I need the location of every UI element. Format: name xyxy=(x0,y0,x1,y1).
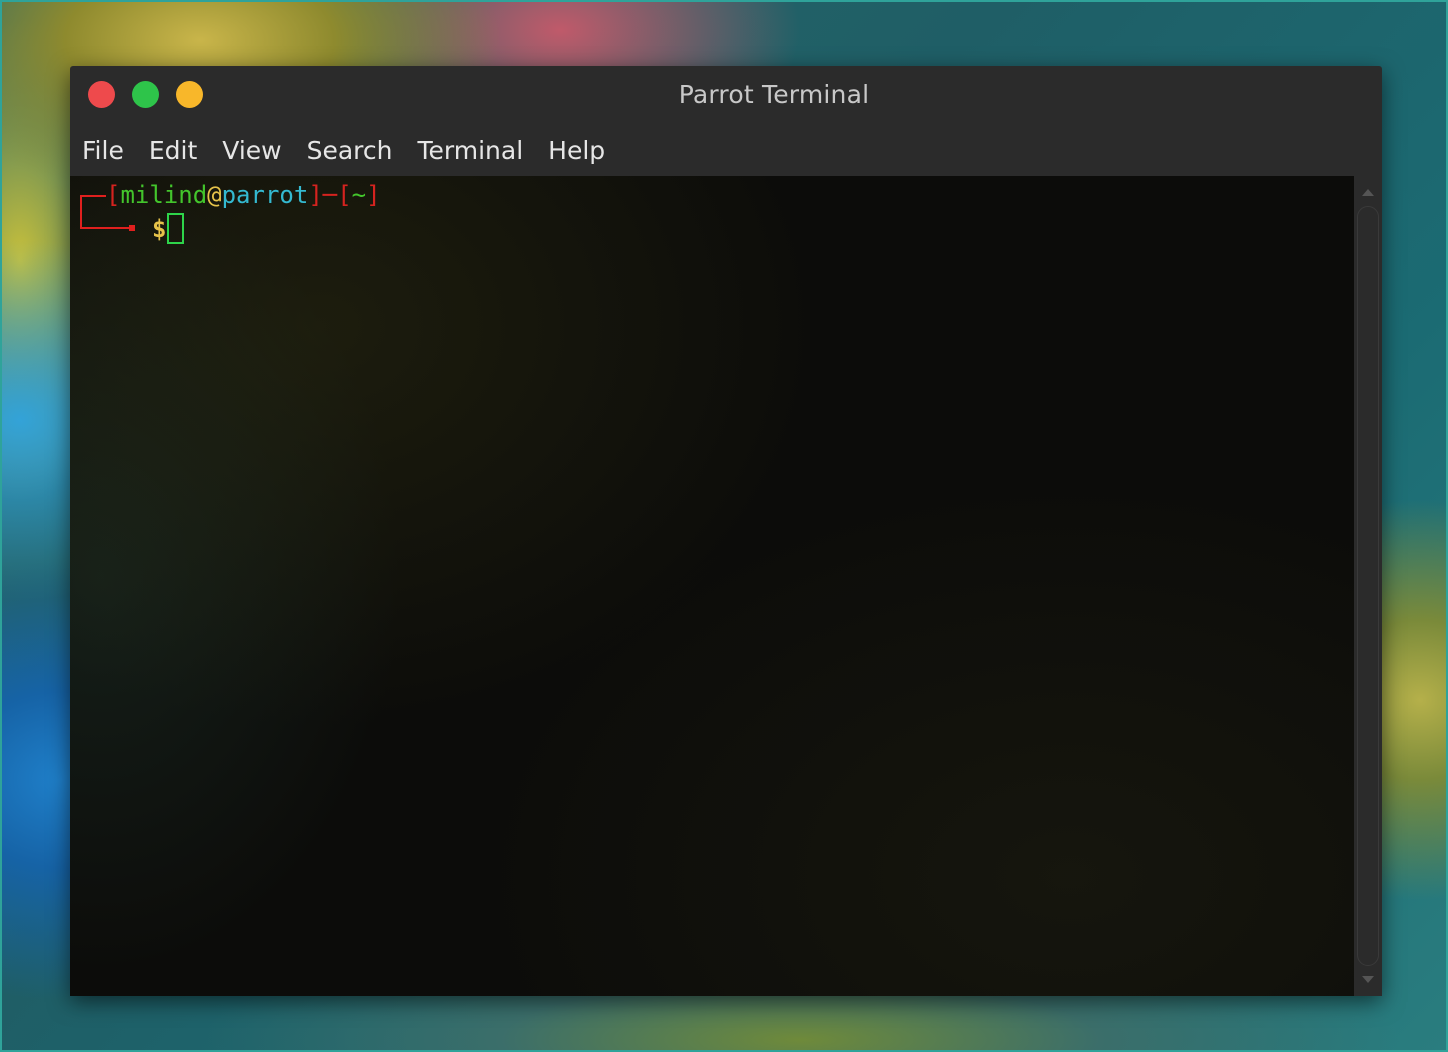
menu-file[interactable]: File xyxy=(82,136,124,165)
scroll-up-icon[interactable] xyxy=(1362,189,1374,196)
text-cursor xyxy=(167,213,185,244)
scroll-track[interactable] xyxy=(1357,206,1379,966)
prompt-dir-close: ] xyxy=(366,181,381,209)
prompt-user: milind xyxy=(120,181,208,209)
prompt-line: [milind@parrot]─[~] xyxy=(106,178,381,212)
prompt-arrow-tip xyxy=(129,225,135,231)
vertical-scrollbar[interactable] xyxy=(1354,176,1382,996)
window-title: Parrot Terminal xyxy=(678,80,870,109)
scroll-down-icon[interactable] xyxy=(1362,976,1374,983)
prompt-symbol: $ xyxy=(152,215,167,243)
prompt-at: @ xyxy=(207,181,222,209)
prompt-close-bracket: ] xyxy=(308,181,323,209)
prompt-dir-open: [ xyxy=(337,181,352,209)
menu-view[interactable]: View xyxy=(222,136,281,165)
menu-edit[interactable]: Edit xyxy=(149,136,197,165)
prompt-corner-decoration xyxy=(80,195,106,229)
menu-search[interactable]: Search xyxy=(307,136,393,165)
menu-bar: File Edit View Search Terminal Help xyxy=(70,124,1382,176)
terminal-output[interactable]: [milind@parrot]─[~] $ xyxy=(70,176,1354,996)
input-line[interactable]: $ xyxy=(152,212,185,246)
prompt-directory: ~ xyxy=(351,181,367,209)
terminal-window: Parrot Terminal File Edit View Search Te… xyxy=(70,66,1382,996)
prompt-open-bracket: [ xyxy=(106,181,121,209)
menu-terminal[interactable]: Terminal xyxy=(417,136,523,165)
prompt-arrow-decoration xyxy=(106,227,130,229)
prompt-host: parrot xyxy=(221,181,309,209)
menu-help[interactable]: Help xyxy=(548,136,605,165)
title-bar[interactable]: Parrot Terminal xyxy=(70,66,1382,124)
prompt-separator: ─ xyxy=(322,181,338,209)
